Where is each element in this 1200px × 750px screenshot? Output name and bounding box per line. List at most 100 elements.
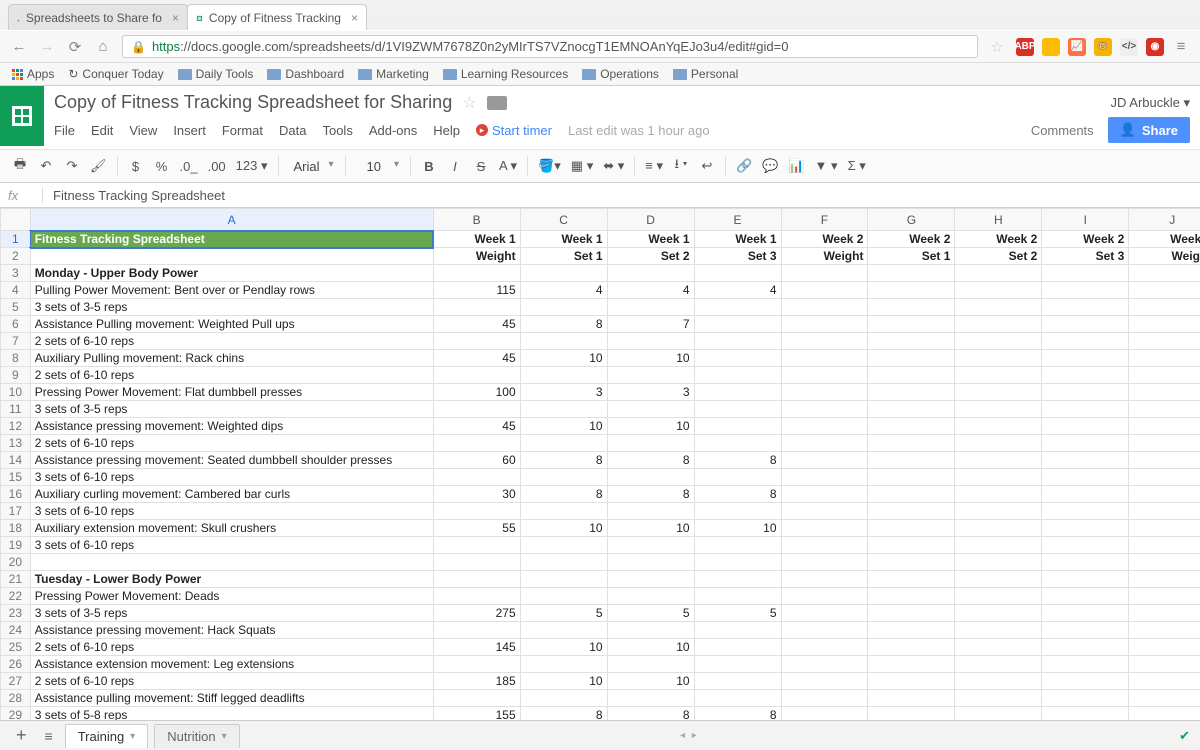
cell[interactable] — [868, 350, 955, 367]
cell[interactable] — [1129, 571, 1200, 588]
cell[interactable]: Pressing Power Movement: Deads — [30, 588, 433, 605]
cell[interactable] — [955, 554, 1042, 571]
cell[interactable] — [694, 588, 781, 605]
cell[interactable] — [694, 537, 781, 554]
cell[interactable] — [1042, 707, 1129, 721]
column-header[interactable]: C — [520, 209, 607, 231]
cell[interactable] — [781, 554, 868, 571]
formula-input[interactable]: Fitness Tracking Spreadsheet — [53, 188, 1192, 203]
row-header[interactable]: 4 — [1, 282, 31, 299]
cell[interactable] — [694, 656, 781, 673]
cell[interactable] — [520, 299, 607, 316]
cell[interactable] — [433, 299, 520, 316]
cell[interactable] — [868, 299, 955, 316]
cell[interactable] — [694, 690, 781, 707]
row-header[interactable]: 10 — [1, 384, 31, 401]
cell[interactable] — [694, 639, 781, 656]
cell[interactable] — [955, 673, 1042, 690]
star-icon[interactable]: ☆ — [462, 93, 476, 113]
cell[interactable] — [1129, 333, 1200, 350]
cell[interactable] — [955, 452, 1042, 469]
share-button[interactable]: 👤Share — [1108, 117, 1190, 143]
fill-color-icon[interactable]: 🪣▾ — [534, 154, 565, 178]
row-header[interactable]: 17 — [1, 503, 31, 520]
cell[interactable]: 3 — [607, 384, 694, 401]
cell[interactable] — [520, 588, 607, 605]
close-icon[interactable]: × — [172, 11, 179, 25]
cell[interactable] — [520, 401, 607, 418]
cell[interactable] — [1042, 605, 1129, 622]
cell[interactable]: 60 — [433, 452, 520, 469]
reload-icon[interactable]: ⟳ — [66, 38, 84, 56]
column-header[interactable]: A — [30, 209, 433, 231]
menu-view[interactable]: View — [129, 123, 157, 138]
cell[interactable] — [781, 333, 868, 350]
row-header[interactable]: 2 — [1, 248, 31, 265]
cell[interactable] — [781, 401, 868, 418]
cell[interactable] — [520, 537, 607, 554]
add-sheet-icon[interactable]: + — [10, 725, 33, 746]
cell[interactable] — [1042, 469, 1129, 486]
increase-decimal-icon[interactable]: .00 — [204, 154, 230, 178]
cell[interactable]: Assistance extension movement: Leg exten… — [30, 656, 433, 673]
cell[interactable] — [1129, 605, 1200, 622]
cell[interactable]: 4 — [607, 282, 694, 299]
cell[interactable] — [1129, 690, 1200, 707]
row-header[interactable]: 8 — [1, 350, 31, 367]
menu-addons[interactable]: Add-ons — [369, 123, 417, 138]
bold-icon[interactable]: B — [417, 154, 441, 178]
cell[interactable] — [955, 384, 1042, 401]
tab-menu-icon[interactable]: ▾ — [130, 731, 135, 742]
cell[interactable] — [694, 316, 781, 333]
cell[interactable] — [781, 418, 868, 435]
cell[interactable] — [955, 537, 1042, 554]
row-header[interactable]: 7 — [1, 333, 31, 350]
cell[interactable] — [520, 367, 607, 384]
cell[interactable] — [1129, 418, 1200, 435]
cell[interactable] — [955, 401, 1042, 418]
tab-menu-icon[interactable]: ▾ — [222, 731, 227, 742]
cell[interactable]: 4 — [694, 282, 781, 299]
cell[interactable] — [1129, 537, 1200, 554]
cell[interactable] — [433, 503, 520, 520]
cell[interactable]: 3 sets of 3-5 reps — [30, 299, 433, 316]
cell[interactable] — [520, 333, 607, 350]
cell[interactable] — [607, 299, 694, 316]
row-header[interactable]: 1 — [1, 231, 31, 248]
cell[interactable]: 3 sets of 6-10 reps — [30, 537, 433, 554]
cell[interactable]: Auxiliary Pulling movement: Rack chins — [30, 350, 433, 367]
cell[interactable]: 2 sets of 6-10 reps — [30, 639, 433, 656]
cell[interactable]: Week 1 — [520, 231, 607, 248]
cell[interactable] — [955, 656, 1042, 673]
format-currency-icon[interactable]: $ — [124, 154, 148, 178]
column-header[interactable]: H — [955, 209, 1042, 231]
forward-icon[interactable]: → — [38, 38, 56, 55]
sheet-tab[interactable]: Nutrition▾ — [154, 724, 239, 748]
column-header[interactable]: J — [1129, 209, 1200, 231]
row-header[interactable]: 22 — [1, 588, 31, 605]
cell[interactable] — [781, 656, 868, 673]
insert-chart-icon[interactable]: 📊 — [784, 154, 808, 178]
cell[interactable] — [520, 469, 607, 486]
cell[interactable] — [607, 690, 694, 707]
text-color-icon[interactable]: A ▾ — [495, 154, 521, 178]
bookmark-item[interactable]: ↻ Conquer Today — [68, 67, 163, 81]
cell[interactable]: 115 — [433, 282, 520, 299]
cell[interactable]: Weight — [1129, 248, 1200, 265]
cell[interactable]: Weight — [781, 248, 868, 265]
cell[interactable] — [520, 503, 607, 520]
cell[interactable]: 5 — [607, 605, 694, 622]
undo-icon[interactable]: ↶ — [34, 154, 58, 178]
cell[interactable] — [433, 469, 520, 486]
cell[interactable]: 45 — [433, 316, 520, 333]
cell[interactable] — [1129, 520, 1200, 537]
bookmark-item[interactable]: Learning Resources — [443, 67, 568, 81]
ext-icon[interactable]: 📈 — [1068, 38, 1086, 56]
row-header[interactable]: 18 — [1, 520, 31, 537]
cell[interactable] — [1129, 588, 1200, 605]
cell[interactable] — [1042, 622, 1129, 639]
cell[interactable] — [433, 554, 520, 571]
cell[interactable] — [1129, 299, 1200, 316]
cell[interactable] — [433, 690, 520, 707]
menu-format[interactable]: Format — [222, 123, 263, 138]
